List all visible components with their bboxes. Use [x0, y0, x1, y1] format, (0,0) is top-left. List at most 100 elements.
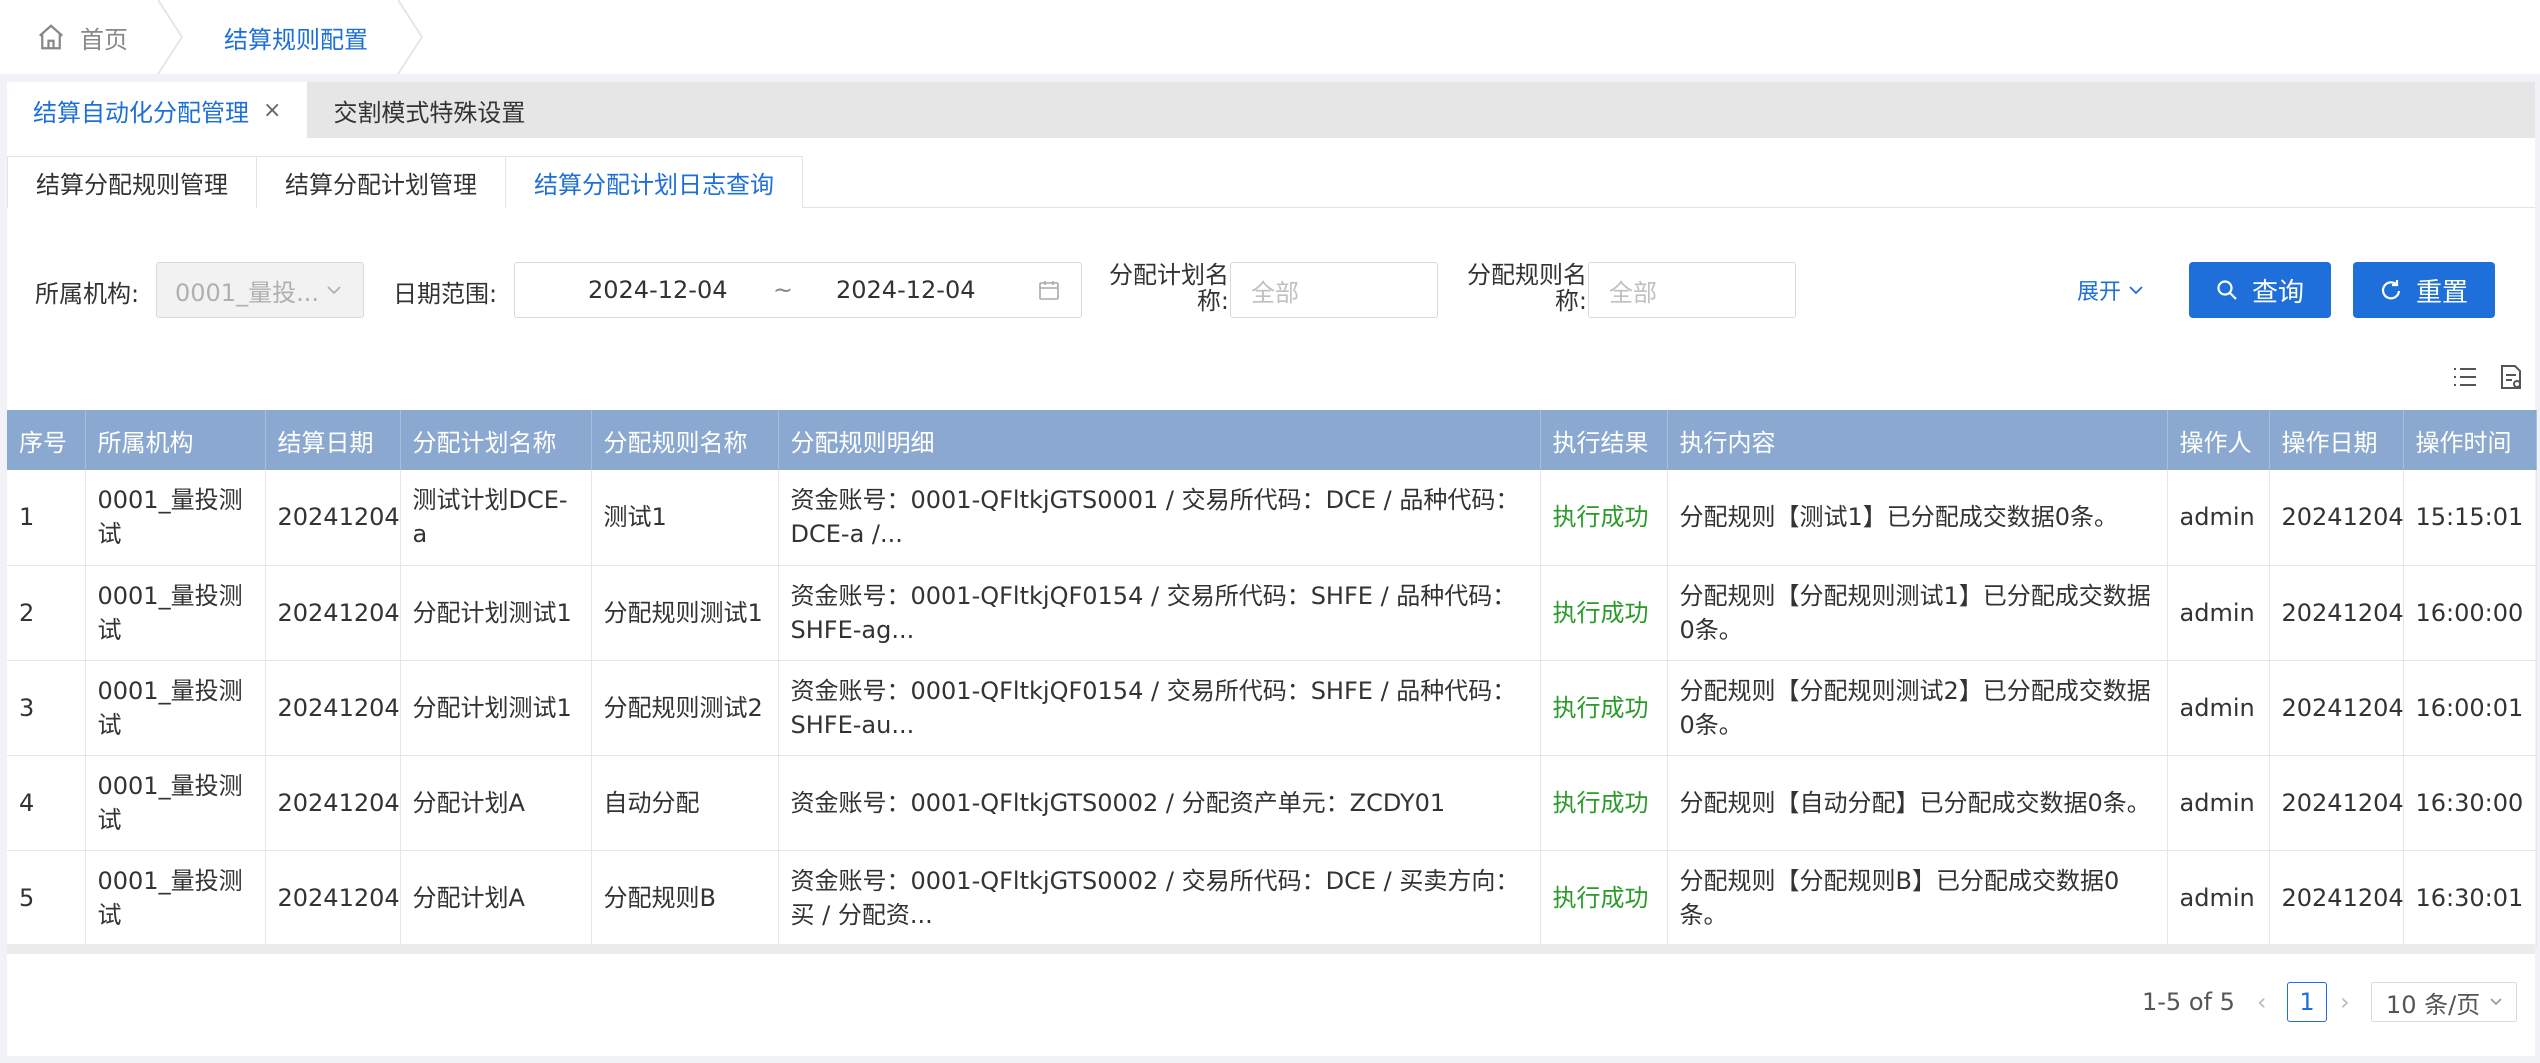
column-header[interactable]: 执行结果 [1540, 410, 1668, 470]
date-separator: ~ [773, 276, 794, 304]
expand-label: 展开 [2077, 280, 2122, 305]
org-label: 所属机构: [35, 280, 140, 308]
rule-name-label-line1: 分配规则名 [1467, 261, 1587, 289]
tab-allocation-plan-log-query[interactable]: 结算分配计划日志查询 [505, 156, 803, 208]
breadcrumb-current-label: 结算规则配置 [224, 25, 368, 54]
cell-op-time: 15:15:01 [2403, 470, 2537, 566]
table-row[interactable]: 2 0001_量投测试 20241204 分配计划测试1 分配规则测试1 资金账… [7, 565, 2537, 661]
chevron-down-icon [2490, 998, 2502, 1006]
cell-content: 分配规则【分配规则测试1】已分配成交数据0条。 [1667, 565, 2168, 661]
prev-page-icon[interactable]: ‹ [2257, 982, 2267, 1022]
cell-rule-name: 分配规则测试2 [591, 660, 779, 756]
cell-index: 3 [7, 660, 86, 756]
export-icon[interactable] [2497, 362, 2525, 392]
cell-rule-detail: 资金账号：0001-QFltkjGTS0001 / 交易所代码：DCE / 品种… [778, 470, 1541, 566]
column-header[interactable]: 序号 [7, 410, 86, 470]
cell-plan-name: 分配计划测试1 [400, 660, 592, 756]
plan-name-label-line1: 分配计划名 [1109, 261, 1229, 289]
cell-op-time: 16:30:00 [2403, 755, 2537, 851]
search-button[interactable]: 查询 [2189, 262, 2331, 318]
date-end[interactable]: 2024-12-04 [836, 276, 975, 304]
cell-rule-name: 测试1 [591, 470, 779, 566]
cell-op-time: 16:00:00 [2403, 565, 2537, 661]
tab-allocation-rule-management[interactable]: 结算分配规则管理 [7, 156, 257, 208]
org-select-value: 0001_量投... [175, 278, 319, 307]
cell-org: 0001_量投测试 [85, 755, 266, 851]
cell-operator: admin [2167, 755, 2270, 851]
cell-settle-date: 20241204 [265, 755, 401, 851]
rule-detail-text: 资金账号：0001-QFltkjGTS0001 / 交易所代码：DCE / 品种… [790, 486, 1520, 549]
tab-settlement-auto-allocation[interactable]: 结算自动化分配管理 × [7, 82, 308, 138]
cell-rule-name: 分配规则测试1 [591, 565, 779, 661]
column-header[interactable]: 操作日期 [2269, 410, 2404, 470]
page-size-select[interactable]: 10 条/页 [2371, 982, 2517, 1022]
org-select[interactable]: 0001_量投... [156, 262, 364, 318]
expand-toggle[interactable]: 展开 [2077, 274, 2145, 306]
column-header[interactable]: 所属机构 [85, 410, 266, 470]
cell-org: 0001_量投测试 [85, 660, 266, 756]
cell-content: 分配规则【测试1】已分配成交数据0条。 [1667, 470, 2168, 566]
date-start[interactable]: 2024-12-04 [588, 276, 727, 304]
plan-name-label: 分配计划名 称: [1107, 262, 1229, 314]
log-table: 序号 所属机构 结算日期 分配计划名称 分配规则名称 分配规则明细 执行结果 执… [7, 410, 2537, 946]
cell-content: 分配规则【分配规则B】已分配成交数据0条。 [1667, 850, 2168, 946]
cell-plan-name: 分配计划A [400, 755, 592, 851]
pagination-total: 1-5 of 5 [2142, 988, 2235, 1016]
breadcrumb-current[interactable]: 结算规则配置 [170, 0, 424, 74]
table-row[interactable]: 3 0001_量投测试 20241204 分配计划测试1 分配规则测试2 资金账… [7, 660, 2537, 756]
plan-name-input[interactable]: 全部 [1230, 262, 1438, 318]
tab-label: 交割模式特殊设置 [333, 98, 526, 127]
cell-settle-date: 20241204 [265, 565, 401, 661]
cell-operator: admin [2167, 850, 2270, 946]
breadcrumb-home[interactable]: 首页 [0, 0, 184, 74]
cell-settle-date: 20241204 [265, 850, 401, 946]
cell-plan-name: 分配计划测试1 [400, 565, 592, 661]
cell-rule-detail: 资金账号：0001-QFltkjGTS0002 / 分配资产单元：ZCDY01 [778, 755, 1541, 851]
refresh-icon [2381, 280, 2401, 300]
cell-rule-name: 自动分配 [591, 755, 779, 851]
column-header[interactable]: 分配规则名称 [591, 410, 779, 470]
tab-delivery-mode-settings[interactable]: 交割模式特殊设置 [307, 82, 551, 138]
table-row[interactable]: 4 0001_量投测试 20241204 分配计划A 自动分配 资金账号：000… [7, 755, 2537, 851]
close-icon[interactable]: × [263, 98, 281, 123]
rule-detail-text: 资金账号：0001-QFltkjQF0154 / 交易所代码：SHFE / 品种… [790, 676, 1517, 739]
cell-index: 1 [7, 470, 86, 566]
table-row[interactable]: 5 0001_量投测试 20241204 分配计划A 分配规则B 资金账号：00… [7, 850, 2537, 946]
cell-result: 执行成功 [1540, 660, 1668, 756]
cell-result: 执行成功 [1540, 850, 1668, 946]
cell-index: 4 [7, 755, 86, 851]
column-header[interactable]: 操作时间 [2403, 410, 2537, 470]
column-settings-icon[interactable] [2451, 362, 2479, 392]
rule-name-label-line2: 称: [1554, 287, 1587, 315]
rule-name-placeholder: 全部 [1609, 278, 1657, 307]
plan-name-placeholder: 全部 [1251, 278, 1299, 307]
cell-rule-name: 分配规则B [591, 850, 779, 946]
search-button-label: 查询 [2251, 277, 2304, 308]
cell-op-date: 20241204 [2269, 660, 2404, 756]
cell-op-date: 20241204 [2269, 850, 2404, 946]
cell-rule-detail: 资金账号：0001-QFltkjQF0154 / 交易所代码：SHFE / 品种… [778, 565, 1541, 661]
reset-button[interactable]: 重置 [2353, 262, 2495, 318]
chevron-down-icon [327, 286, 341, 295]
next-page-icon[interactable]: › [2340, 982, 2350, 1022]
column-header[interactable]: 分配规则明细 [778, 410, 1541, 470]
cell-rule-detail: 资金账号：0001-QFltkjGTS0002 / 交易所代码：DCE / 买卖… [778, 850, 1541, 946]
rule-name-input[interactable]: 全部 [1588, 262, 1796, 318]
cell-org: 0001_量投测试 [85, 470, 266, 566]
cell-settle-date: 20241204 [265, 470, 401, 566]
horizontal-scrollbar[interactable] [7, 944, 2535, 954]
cell-op-date: 20241204 [2269, 565, 2404, 661]
column-header[interactable]: 分配计划名称 [400, 410, 592, 470]
date-range-picker[interactable]: 2024-12-04 ~ 2024-12-04 [514, 262, 1082, 318]
tab-label: 结算分配计划日志查询 [534, 171, 774, 199]
column-header[interactable]: 执行内容 [1667, 410, 2168, 470]
tab-label: 结算自动化分配管理 [33, 98, 249, 127]
column-header[interactable]: 操作人 [2167, 410, 2270, 470]
cell-plan-name: 测试计划DCE-a [400, 470, 592, 566]
cell-result: 执行成功 [1540, 755, 1668, 851]
tab-allocation-plan-management[interactable]: 结算分配计划管理 [256, 156, 506, 208]
column-header[interactable]: 结算日期 [265, 410, 401, 470]
rule-detail-text: 资金账号：0001-QFltkjGTS0002 / 交易所代码：DCE / 买卖… [790, 866, 1520, 929]
table-row[interactable]: 1 0001_量投测试 20241204 测试计划DCE-a 测试1 资金账号：… [7, 470, 2537, 566]
page-number[interactable]: 1 [2287, 982, 2327, 1022]
